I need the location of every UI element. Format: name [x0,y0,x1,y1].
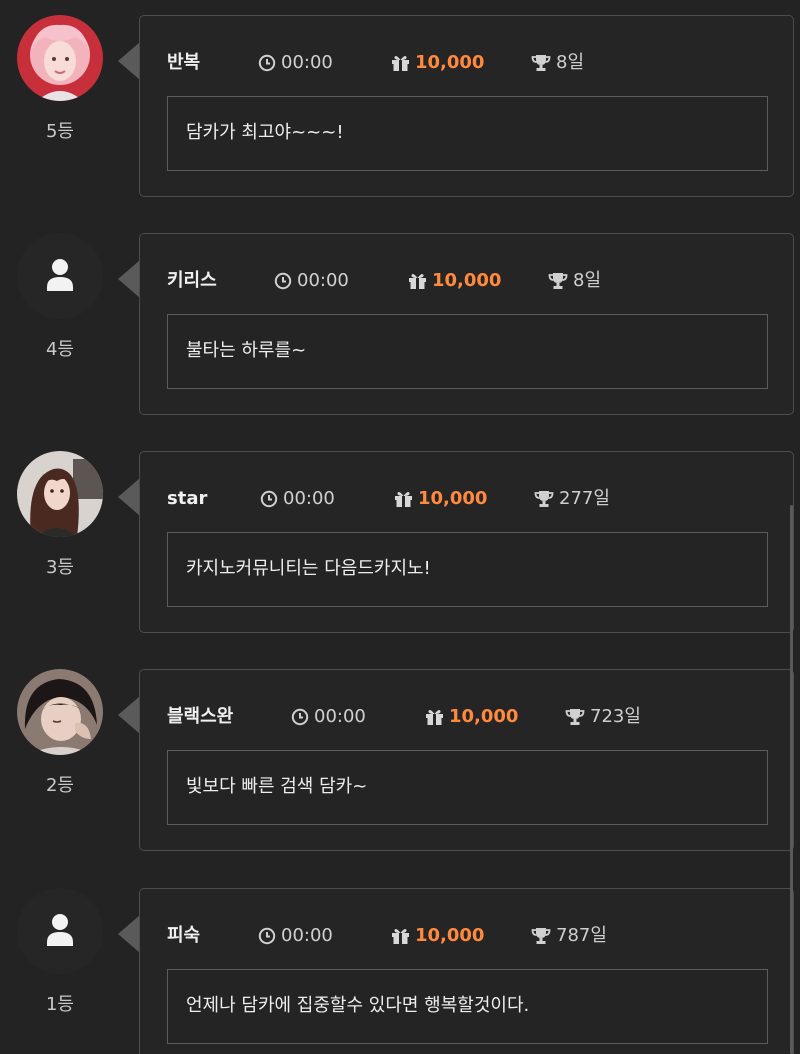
time-value: 00:00 [281,52,333,73]
comment-card: 블랙스완 00:00 10,000 723일 빛보다 빠른 검색 담카~ [139,669,794,851]
username[interactable]: 반복 [167,48,200,78]
username[interactable]: star [167,484,207,514]
gift-info: 10,000 [408,266,501,296]
time-info: 00:00 [258,921,333,951]
gift-info: 10,000 [391,921,484,951]
username[interactable]: 피숙 [167,921,200,951]
comment-card: 반복 00:00 10,000 8일 담카가 최고야~~~! [139,15,794,197]
time-info: 00:00 [258,48,333,78]
comment-message: 빛보다 빠른 검색 담카~ [167,750,768,825]
trophy-icon [548,273,568,289]
days-info: 723일 [565,702,641,732]
gift-icon [426,710,443,725]
time-value: 00:00 [297,270,349,291]
scrollbar[interactable] [790,505,793,1054]
comment-message: 언제나 담카에 집중할수 있다면 행복할것이다. [167,969,768,1044]
days-info: 8일 [548,266,601,296]
username[interactable]: 키리스 [167,266,217,296]
comment-meta: 키리스 00:00 10,000 8일 [140,266,793,296]
clock-icon [260,490,278,508]
days-value: 8일 [556,52,585,73]
clock-icon [291,708,309,726]
avatar[interactable] [17,233,103,319]
ranking-entry: 1등 피숙 00:00 10,000 787일 언제나 담카에 집중할수 있다면… [0,873,800,1054]
gift-icon [392,56,409,71]
comment-card: star 00:00 10,000 277일 카지노커뮤니티는 다음드카지노! [139,451,794,633]
rank-label: 4등 [45,339,74,360]
clock-icon [258,927,276,945]
comment-card: 키리스 00:00 10,000 8일 불타는 하루를~ [139,233,794,415]
comment-message: 불타는 하루를~ [167,314,768,389]
ranking-entry: 3등 star 00:00 10,000 277일 카지노커뮤니티는 다음드카지… [0,436,800,654]
time-info: 00:00 [260,484,335,514]
gift-amount: 10,000 [418,488,488,509]
ranking-feed: 5등 반복 00:00 10,000 8일 담카가 최고야~~~! 4등 키리스… [0,0,800,1054]
avatar[interactable] [17,669,103,755]
time-info: 00:00 [274,266,349,296]
profile-photo-dark-hair [17,669,103,755]
days-info: 787일 [531,921,607,951]
gift-amount: 10,000 [449,706,519,727]
trophy-icon [534,491,554,507]
days-value: 787일 [556,925,607,946]
comment-meta: star 00:00 10,000 277일 [140,484,793,514]
gift-info: 10,000 [394,484,487,514]
gift-icon [395,492,412,507]
gift-icon [392,929,409,944]
comment-card: 피숙 00:00 10,000 787일 언제나 담카에 집중할수 있다면 행복… [139,888,794,1054]
clock-icon [258,54,276,72]
default-user-icon [17,888,103,974]
ranking-entry: 5등 반복 00:00 10,000 8일 담카가 최고야~~~! [0,0,800,218]
gift-amount: 10,000 [415,52,485,73]
ranking-entry: 2등 블랙스완 00:00 10,000 723일 빛보다 빠른 검색 담카~ [0,654,800,872]
comment-message: 카지노커뮤니티는 다음드카지노! [167,532,768,607]
avatar[interactable] [17,888,103,974]
gift-amount: 10,000 [432,270,502,291]
comment-message: 담카가 최고야~~~! [167,96,768,171]
card-pointer [118,915,140,953]
avatar[interactable] [17,15,103,101]
default-user-icon [17,233,103,319]
gift-info: 10,000 [391,48,484,78]
trophy-icon [565,709,585,725]
comment-meta: 피숙 00:00 10,000 787일 [140,921,793,951]
days-info: 277일 [534,484,610,514]
comment-meta: 블랙스완 00:00 10,000 723일 [140,702,793,732]
card-pointer [118,478,140,516]
days-value: 277일 [559,488,610,509]
time-value: 00:00 [281,925,333,946]
card-pointer [118,260,140,298]
avatar[interactable] [17,451,103,537]
gift-info: 10,000 [425,702,518,732]
comment-meta: 반복 00:00 10,000 8일 [140,48,793,78]
time-info: 00:00 [291,702,366,732]
days-value: 8일 [573,270,602,291]
time-value: 00:00 [314,706,366,727]
gift-icon [409,274,426,289]
rank-label: 1등 [45,994,74,1015]
username[interactable]: 블랙스완 [167,702,233,732]
profile-photo-pink-hair [17,15,103,101]
card-pointer [118,42,140,80]
time-value: 00:00 [283,488,335,509]
rank-label: 5등 [45,121,74,142]
gift-amount: 10,000 [415,925,485,946]
days-value: 723일 [590,706,641,727]
ranking-entry: 4등 키리스 00:00 10,000 8일 불타는 하루를~ [0,218,800,436]
trophy-icon [531,55,551,71]
trophy-icon [531,928,551,944]
profile-photo-brown-hair [17,451,103,537]
rank-label: 3등 [45,557,74,578]
rank-label: 2등 [45,775,74,796]
card-pointer [118,696,140,734]
days-info: 8일 [531,48,584,78]
clock-icon [274,272,292,290]
